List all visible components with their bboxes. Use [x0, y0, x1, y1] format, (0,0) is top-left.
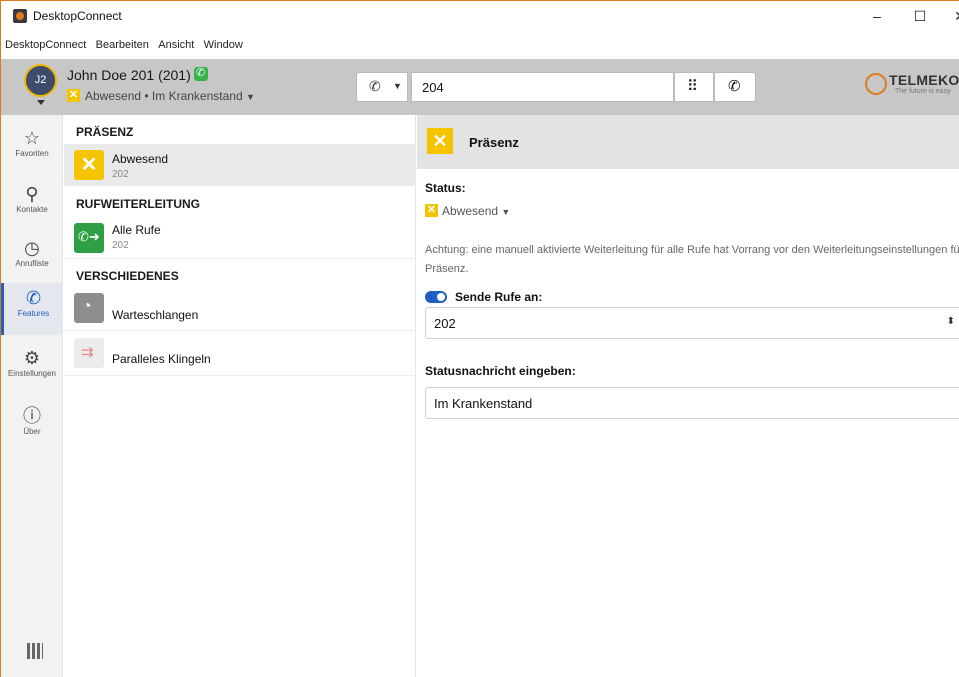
user-name: John Doe 201 (201)	[67, 67, 191, 83]
list-item-paralleles-klingeln[interactable]: Paralleles Klingeln	[64, 332, 416, 376]
app-window: DesktopConnect – ☐ ✕ DesktopConnect Bear…	[0, 0, 959, 677]
status-message-input[interactable]	[425, 387, 959, 419]
nav-features[interactable]: ✆ Features	[1, 283, 63, 335]
section-header-rufweiterleitung: RUFWEITERLEITUNG	[76, 197, 200, 211]
forwarding-note: Achtung: eine manuell aktivierte Weiterl…	[425, 244, 959, 275]
list-item-warteschlangen[interactable]: Warteschlangen	[64, 287, 416, 331]
nav-label: Anrufliste	[15, 259, 49, 268]
list-item-title: Warteschlangen	[112, 308, 199, 322]
forward-toggle-label: Sende Rufe an:	[455, 290, 543, 304]
list-item-abwesend[interactable]: ✕ Abwesend 202	[64, 144, 416, 186]
brand-logo: TELMEKOM The future is easy	[865, 71, 959, 101]
close-button[interactable]: ✕	[946, 5, 959, 27]
gear-icon: ⚙	[23, 348, 41, 368]
nav-label: Features	[17, 309, 50, 318]
status-message-label: Statusnachricht eingeben:	[425, 364, 576, 378]
menu-window[interactable]: Window	[204, 39, 243, 51]
nav-kontakte[interactable]: ⚲ Kontakte	[1, 179, 63, 231]
list-item-sub: 202	[112, 169, 129, 180]
list-item-title: Alle Rufe	[112, 223, 161, 237]
nav-anrufliste[interactable]: ◷ Anrufliste	[1, 233, 63, 285]
menu-bar: DesktopConnect Bearbeiten Ansicht Window	[1, 37, 959, 55]
person-icon: ⚲	[25, 184, 39, 204]
telmekom-logo-icon	[865, 73, 887, 95]
minimize-button[interactable]: –	[863, 5, 891, 27]
menu-bearbeiten[interactable]: Bearbeiten	[96, 39, 149, 51]
detail-header: ✕ Präsenz	[417, 115, 959, 169]
list-item-title: Abwesend	[112, 152, 169, 166]
menu-ansicht[interactable]: Ansicht	[158, 39, 194, 51]
menu-desktopconnect[interactable]: DesktopConnect	[5, 39, 86, 51]
absent-icon: ✕	[427, 128, 453, 154]
presence-status-dropdown[interactable]: Abwesend • Im Krankenstand ▼	[85, 89, 255, 103]
chevron-down-icon: ▼	[501, 207, 511, 217]
title-bar: DesktopConnect – ☐ ✕	[1, 1, 959, 31]
presence-status-text: Abwesend • Im Krankenstand	[85, 89, 243, 103]
logo-name: TELMEKOM	[889, 72, 959, 88]
logo-tagline: The future is easy	[895, 88, 951, 95]
app-logo-icon	[13, 9, 27, 23]
nav-label: Über	[23, 427, 41, 436]
absent-status-icon: ✕	[425, 204, 438, 217]
select-arrows-icon: ⬍	[946, 316, 955, 327]
forward-target-select[interactable]: 202 ⬍	[425, 307, 959, 339]
avatar[interactable]: J2	[24, 64, 57, 97]
queue-icon	[74, 293, 104, 323]
detail-pane: ✕ Präsenz Status: ✕ Abwesend ▼ Achtung: …	[417, 115, 959, 677]
nav-ueber[interactable]: ⓘ Über	[1, 401, 63, 453]
info-icon: ⓘ	[23, 406, 41, 426]
parallel-ring-icon	[74, 338, 104, 368]
nav-einstellungen[interactable]: ⚙ Einstellungen	[1, 343, 63, 395]
star-icon: ☆	[23, 128, 41, 148]
phone-dots-icon: ✆	[25, 288, 42, 308]
list-item-alle-rufe[interactable]: Alle Rufe 202	[64, 215, 416, 259]
nav-label: Favoriten	[15, 149, 49, 158]
left-nav: ☆ Favoriten ⚲ Kontakte ◷ Anrufliste ✆ Fe…	[1, 115, 63, 677]
call-button[interactable]	[714, 72, 756, 102]
absent-status-icon: ✕	[67, 89, 80, 102]
status-dropdown-value: Abwesend	[442, 204, 499, 218]
nav-label: Einstellungen	[7, 369, 57, 378]
nav-favoriten[interactable]: ☆ Favoriten	[1, 123, 63, 175]
absent-icon: ✕	[74, 150, 104, 180]
keypad-button[interactable]	[674, 72, 714, 102]
avatar-caret-icon[interactable]	[37, 100, 45, 105]
list-item-title: Paralleles Klingeln	[112, 352, 211, 366]
chevron-down-icon: ▼	[245, 92, 255, 102]
detail-title: Präsenz	[469, 135, 519, 150]
status-label: Status:	[425, 181, 466, 195]
list-item-sub: 202	[112, 240, 129, 251]
forward-toggle[interactable]	[425, 291, 447, 303]
chevron-down-icon: ▼	[393, 81, 402, 91]
ip-phone-icon: ✆	[369, 78, 381, 94]
call-forward-icon	[74, 223, 104, 253]
nav-label: Kontakte	[16, 205, 48, 214]
section-header-praesenz: PRÄSENZ	[76, 125, 134, 139]
features-list: PRÄSENZ ✕ Abwesend 202 RUFWEITERLEITUNG …	[64, 115, 416, 677]
qr-code-icon[interactable]	[27, 643, 43, 659]
window-title: DesktopConnect	[33, 9, 122, 23]
phone-status-icon	[194, 66, 208, 81]
dial-input[interactable]	[411, 72, 674, 102]
forward-target-value: 202	[434, 316, 456, 331]
clock-icon: ◷	[24, 238, 40, 258]
call-mode-button[interactable]: ✆ ▼	[356, 72, 408, 102]
section-header-verschiedenes: VERSCHIEDENES	[76, 269, 179, 283]
maximize-button[interactable]: ☐	[906, 5, 934, 27]
